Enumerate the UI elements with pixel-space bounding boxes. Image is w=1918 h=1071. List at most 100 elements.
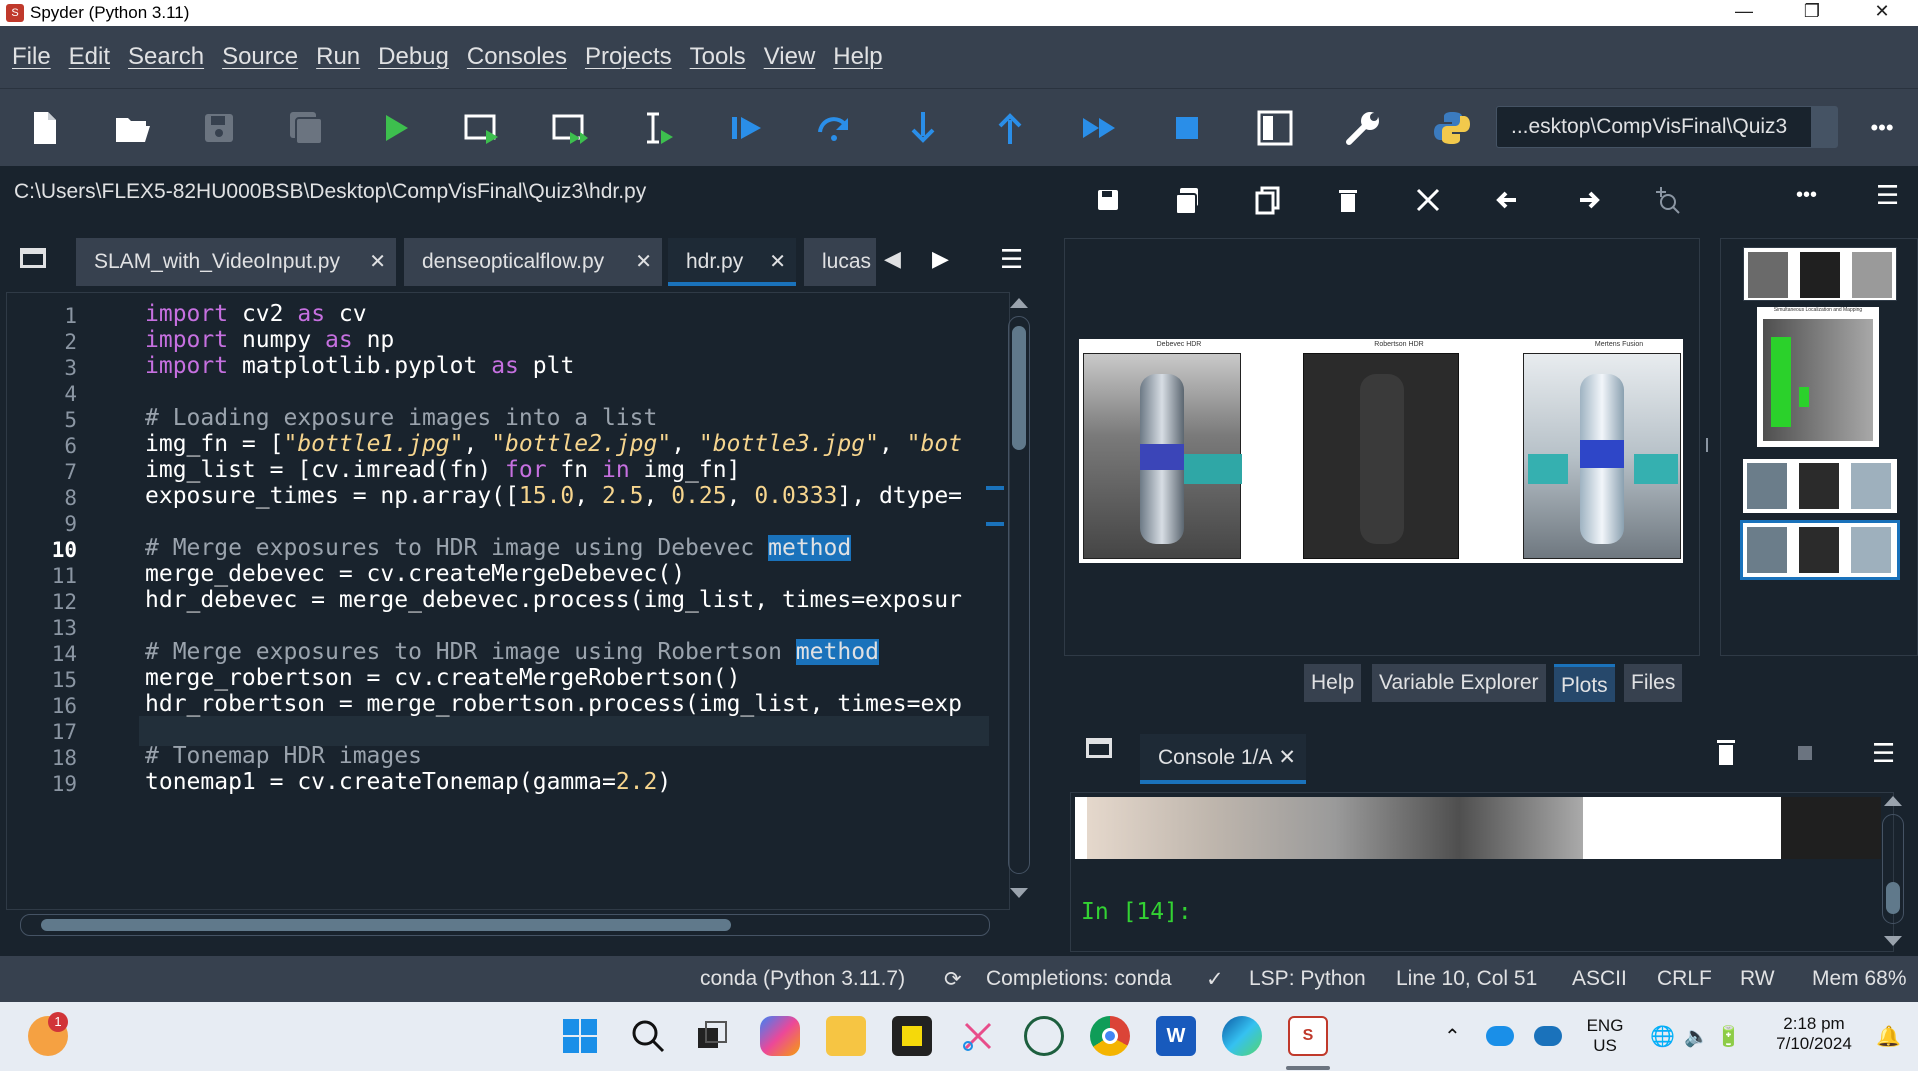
maximize-button[interactable]: ❐ <box>1782 0 1842 26</box>
code-editor[interactable]: 1 2 3 4 5 6 7 8 9 10 11 12 13 14 15 16 1… <box>6 292 1010 910</box>
next-plot-icon[interactable] <box>1564 176 1612 224</box>
continue-icon[interactable] <box>1075 104 1123 152</box>
close-window-button[interactable]: ✕ <box>1852 0 1912 26</box>
plot-thumbnail[interactable]: Simultaneous Localization and Mapping <box>1757 307 1879 447</box>
previous-plot-icon[interactable] <box>1484 176 1532 224</box>
sticky-notes-icon[interactable] <box>892 1016 932 1056</box>
run-selection-icon[interactable] <box>635 104 683 152</box>
zoom-in-icon[interactable] <box>1644 176 1692 224</box>
editor-vertical-scrollbar[interactable] <box>986 292 1034 910</box>
preferences-wrench-icon[interactable] <box>1339 104 1387 152</box>
splitter-handle[interactable] <box>1706 438 1708 452</box>
copy-plot-icon[interactable] <box>1244 176 1292 224</box>
chevron-down-icon[interactable] <box>1811 107 1837 147</box>
run-file-icon[interactable] <box>371 104 419 152</box>
tab-files[interactable]: Files <box>1624 664 1683 702</box>
start-windows-icon[interactable] <box>560 1016 600 1056</box>
close-tab-icon[interactable]: ✕ <box>635 238 652 286</box>
plot-thumbnail[interactable] <box>1743 247 1897 301</box>
toolbar-more-icon[interactable]: ••• <box>1858 104 1906 152</box>
menu-edit[interactable]: Edit <box>69 43 110 71</box>
console-output[interactable]: In [14]: <box>1070 792 1894 952</box>
browse-tabs-icon[interactable] <box>20 248 46 268</box>
snipping-tool-icon[interactable] <box>958 1016 998 1056</box>
console-options-menu-icon[interactable]: ☰ <box>1872 738 1895 769</box>
open-file-icon[interactable] <box>108 104 156 152</box>
menu-view[interactable]: View <box>764 43 816 71</box>
editor-horizontal-scrollbar[interactable] <box>20 914 990 936</box>
status-lsp[interactable]: LSP: Python <box>1249 967 1366 991</box>
stop-debug-icon[interactable] <box>1163 104 1211 152</box>
browse-consoles-icon[interactable] <box>1086 738 1112 758</box>
delete-plot-icon[interactable] <box>1324 176 1372 224</box>
tab-lucas[interactable]: lucas <box>804 238 876 286</box>
chevron-up-icon[interactable]: ⌃ <box>1444 1024 1461 1049</box>
plot-thumbnail[interactable] <box>1743 459 1897 513</box>
tab-slam-with-videoinput[interactable]: SLAM_with_VideoInput.py ✕ <box>76 238 396 286</box>
tab-scroll-right-icon[interactable]: ▶ <box>932 246 949 272</box>
close-console-icon[interactable]: ✕ <box>1278 734 1296 782</box>
interrupt-kernel-icon[interactable] <box>1798 746 1812 760</box>
word-icon[interactable]: W <box>1156 1016 1196 1056</box>
plots-more-icon[interactable]: ••• <box>1796 184 1817 207</box>
console-vertical-scrollbar[interactable] <box>1880 792 1908 952</box>
status-completions[interactable]: Completions: conda <box>986 967 1172 991</box>
menu-tools[interactable]: Tools <box>690 43 746 71</box>
status-env[interactable]: conda (Python 3.11.7) <box>700 967 905 991</box>
menu-help[interactable]: Help <box>833 43 882 71</box>
tab-plots[interactable]: Plots <box>1554 664 1615 702</box>
editor-options-menu-icon[interactable]: ☰ <box>1000 244 1023 275</box>
save-plot-icon[interactable] <box>1084 176 1132 224</box>
maximize-pane-icon[interactable] <box>1251 104 1299 152</box>
close-tab-icon[interactable]: ✕ <box>369 238 386 286</box>
menu-file[interactable]: File <box>12 43 51 71</box>
clock[interactable]: 2:18 pm 7/10/2024 <box>1764 1014 1864 1054</box>
python-path-manager-icon[interactable] <box>1428 104 1476 152</box>
new-file-icon[interactable] <box>20 104 68 152</box>
file-explorer-icon[interactable] <box>826 1016 866 1056</box>
onedrive-business-icon[interactable] <box>1534 1026 1562 1046</box>
step-into-icon[interactable] <box>899 104 947 152</box>
step-over-icon[interactable] <box>810 104 858 152</box>
language-indicator[interactable]: ENG US <box>1580 1016 1630 1056</box>
run-cell-advance-icon[interactable] <box>546 104 594 152</box>
save-all-plots-icon[interactable] <box>1164 176 1212 224</box>
plots-options-menu-icon[interactable]: ☰ <box>1876 180 1899 211</box>
battery-icon[interactable]: 🔋 <box>1716 1024 1741 1049</box>
save-all-icon[interactable] <box>282 104 330 152</box>
plot-thumbnail-selected[interactable] <box>1740 520 1900 580</box>
tab-scroll-left-icon[interactable]: ◀ <box>884 246 901 272</box>
run-cell-icon[interactable] <box>458 104 506 152</box>
circle-app-icon[interactable] <box>1024 1016 1064 1056</box>
tab-help[interactable]: Help <box>1304 664 1362 702</box>
debug-file-icon[interactable] <box>722 104 770 152</box>
plot-viewer[interactable]: Debevec HDR Robertson HDR Mertens Fusion <box>1064 238 1700 656</box>
step-return-icon[interactable] <box>986 104 1034 152</box>
notifications-bell-icon[interactable]: 🔔 <box>1876 1024 1901 1049</box>
edge-icon[interactable] <box>1222 1016 1262 1056</box>
minimize-button[interactable]: — <box>1714 0 1774 26</box>
working-directory-combo[interactable]: ...esktop\CompVisFinal\Quiz3 <box>1496 106 1838 148</box>
copilot-icon[interactable] <box>760 1016 800 1056</box>
task-view-icon[interactable] <box>692 1016 732 1056</box>
delete-all-plots-icon[interactable] <box>1404 176 1452 224</box>
search-icon[interactable] <box>628 1016 668 1056</box>
tab-variable-explorer[interactable]: Variable Explorer <box>1372 664 1546 702</box>
menu-source[interactable]: Source <box>222 43 298 71</box>
tab-denseopticalflow[interactable]: denseopticalflow.py ✕ <box>404 238 662 286</box>
menu-projects[interactable]: Projects <box>585 43 672 71</box>
chrome-icon[interactable] <box>1090 1016 1130 1056</box>
network-icon[interactable]: 🌐 <box>1650 1024 1675 1049</box>
clear-console-icon[interactable] <box>1714 738 1738 768</box>
menu-search[interactable]: Search <box>128 43 204 71</box>
close-tab-icon[interactable]: ✕ <box>769 238 786 286</box>
menu-consoles[interactable]: Consoles <box>467 43 567 71</box>
menu-debug[interactable]: Debug <box>378 43 449 71</box>
menu-run[interactable]: Run <box>316 43 360 71</box>
spyder-taskbar-icon[interactable]: S <box>1288 1016 1328 1056</box>
volume-icon[interactable]: 🔈 <box>1684 1024 1709 1049</box>
save-file-icon[interactable] <box>195 104 243 152</box>
tab-console-1a[interactable]: Console 1/A ✕ <box>1140 734 1306 784</box>
tab-hdr[interactable]: hdr.py ✕ <box>668 238 796 286</box>
onedrive-icon[interactable] <box>1486 1026 1514 1046</box>
